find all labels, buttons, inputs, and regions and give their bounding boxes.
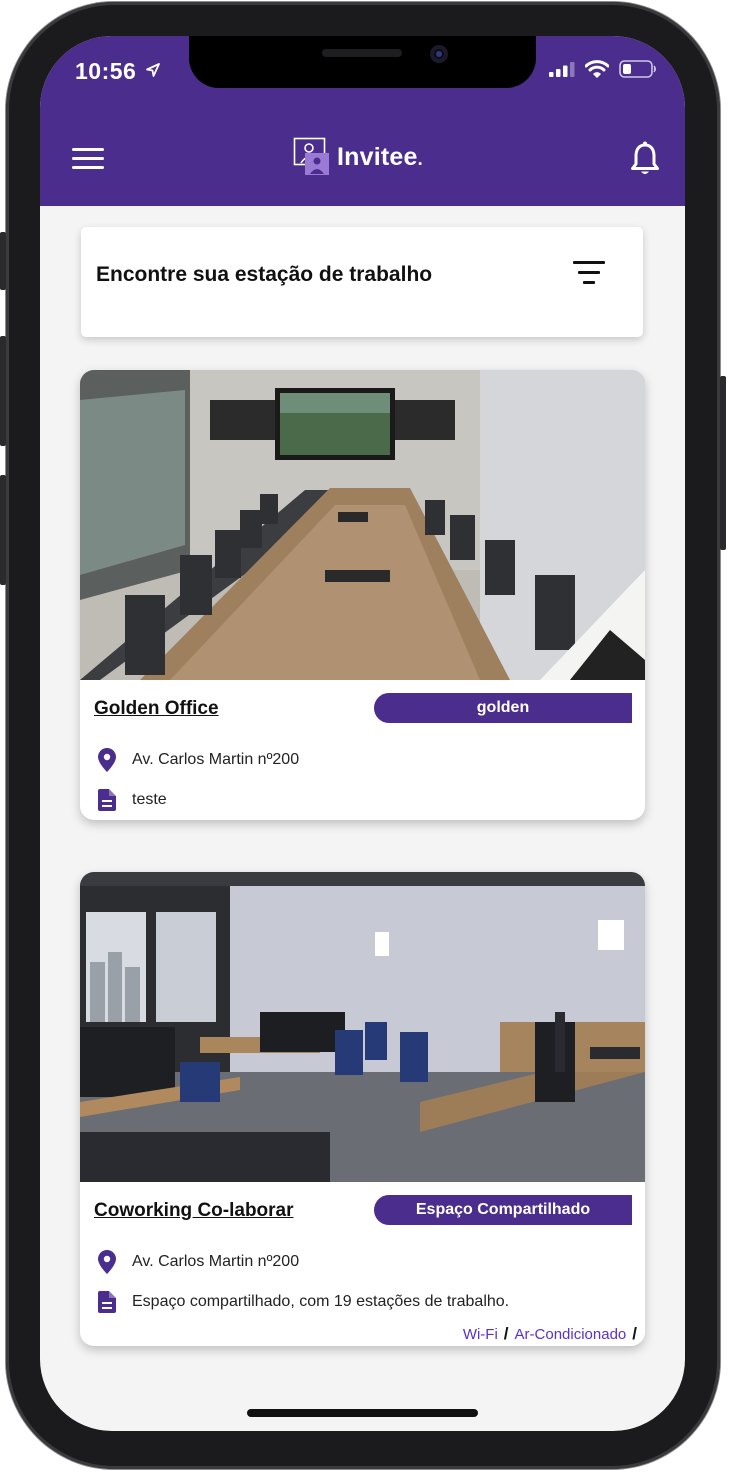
amenity-wifi: Wi-Fi	[462, 1325, 498, 1343]
space-description: Espaço compartilhado, com 19 estações de…	[132, 1293, 510, 1310]
amenities-list: Wi-Fi / Ar-Condicionado /	[463, 1324, 637, 1344]
mute-switch	[0, 232, 6, 290]
volume-up-button	[0, 336, 6, 446]
status-icons	[549, 60, 657, 78]
app-name: Invitee.	[337, 142, 423, 171]
document-icon	[96, 788, 118, 812]
space-address: Av. Carlos Martin nº200	[132, 751, 300, 768]
front-camera	[430, 45, 448, 63]
space-address: Av. Carlos Martin nº200	[132, 1253, 300, 1270]
address-row: Av. Carlos Martin nº200	[96, 1250, 299, 1274]
location-arrow-icon	[146, 63, 161, 77]
home-indicator[interactable]	[247, 1409, 478, 1417]
app-screen: 10:56 Invitee. Encontre sua estação de t…	[40, 36, 685, 1431]
wifi-icon	[585, 60, 609, 78]
address-row: Av. Carlos Martin nº200	[96, 748, 299, 772]
filter-icon[interactable]	[572, 261, 606, 291]
space-name[interactable]: Coworking Co-laborar	[94, 1200, 294, 1222]
amenity-separator: /	[632, 1324, 637, 1343]
power-button	[720, 376, 726, 550]
space-name[interactable]: Golden Office	[94, 698, 219, 720]
description-row: Espaço compartilhado, com 19 estações de…	[96, 1290, 509, 1314]
space-card-golden-office[interactable]: Golden Office golden Av. Carlos Martin n…	[80, 370, 645, 820]
notch	[189, 36, 536, 88]
search-card: Encontre sua estação de trabalho	[81, 227, 643, 337]
volume-down-button	[0, 475, 6, 585]
amenity-separator: /	[503, 1324, 509, 1343]
signal-icon	[549, 62, 575, 77]
app-logo: Invitee.	[293, 137, 423, 177]
location-pin-icon	[96, 1250, 118, 1274]
status-time: 10:56	[75, 58, 161, 85]
document-icon	[96, 1290, 118, 1314]
menu-icon[interactable]	[72, 148, 104, 170]
bell-icon[interactable]	[629, 141, 661, 177]
space-photo-coworking-room	[80, 872, 645, 1182]
space-photo-meeting-room	[80, 370, 645, 680]
battery-icon	[619, 60, 656, 78]
amenity-ar-condicionado: Ar-Condicionado	[514, 1325, 627, 1343]
location-pin-icon	[96, 748, 118, 772]
space-card-coworking-co-laborar[interactable]: Coworking Co-laborar Espaço Compartilhad…	[80, 872, 645, 1346]
description-row: teste	[96, 788, 167, 812]
search-title: Encontre sua estação de trabalho	[96, 263, 433, 286]
space-description: teste	[132, 791, 167, 808]
category-badge: Espaço Compartilhado	[374, 1195, 632, 1225]
app-header: 10:56 Invitee.	[40, 36, 685, 206]
invitee-logo-icon	[293, 137, 329, 175]
category-badge: golden	[374, 693, 632, 723]
speaker-grille	[322, 49, 402, 57]
